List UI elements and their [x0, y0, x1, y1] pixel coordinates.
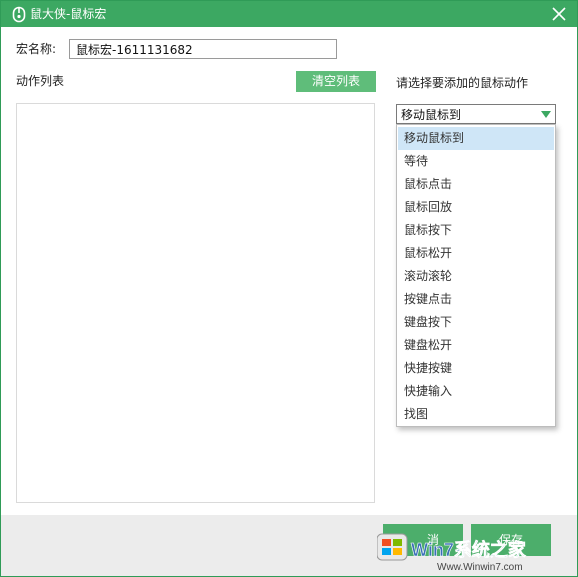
- dropdown-item[interactable]: 鼠标松开: [398, 242, 554, 265]
- action-select-value: 移动鼠标到: [401, 108, 462, 122]
- window-title: 鼠大侠-鼠标宏: [30, 7, 107, 21]
- action-select[interactable]: 移动鼠标到: [396, 104, 556, 124]
- macro-name-label: 宏名称:: [16, 42, 57, 56]
- dropdown-item[interactable]: 移动鼠标到: [398, 127, 554, 150]
- dropdown-item[interactable]: 鼠标回放: [398, 196, 554, 219]
- title-bar: 鼠大侠-鼠标宏: [1, 1, 577, 27]
- svg-text:Www.Winwin7.com: Www.Winwin7.com: [437, 562, 523, 573]
- dropdown-item[interactable]: 快捷按键: [398, 357, 554, 380]
- dropdown-item[interactable]: 键盘松开: [398, 334, 554, 357]
- action-list-label: 动作列表: [16, 74, 65, 88]
- action-list[interactable]: [16, 103, 375, 503]
- svg-text:Win7系统之家: Win7系统之家: [411, 539, 527, 560]
- dropdown-item[interactable]: 等待: [398, 150, 554, 173]
- dropdown-item[interactable]: 找图: [398, 403, 554, 426]
- dropdown-arrow-icon[interactable]: [538, 106, 554, 122]
- clear-list-button[interactable]: 清空列表: [296, 71, 376, 92]
- footer-bar: 消 保存 Win7系统之家 Www.Winwin7.com: [1, 515, 577, 576]
- macro-name-input[interactable]: 鼠标宏-1611131682: [69, 39, 337, 59]
- content-area: 宏名称: 鼠标宏-1611131682 动作列表 清空列表 请选择要添加的鼠标动…: [1, 27, 577, 515]
- close-icon[interactable]: [549, 4, 569, 24]
- dropdown-item[interactable]: 快捷输入: [398, 380, 554, 403]
- watermark-logo: Win7系统之家 Www.Winwin7.com: [377, 533, 527, 573]
- dropdown-item[interactable]: 按键点击: [398, 288, 554, 311]
- dropdown-item[interactable]: 键盘按下: [398, 311, 554, 334]
- dropdown-item[interactable]: 鼠标点击: [398, 173, 554, 196]
- macro-window: 鼠大侠-鼠标宏 宏名称: 鼠标宏-1611131682 动作列表 清空列表 请选…: [0, 0, 578, 577]
- dropdown-item[interactable]: 鼠标按下: [398, 219, 554, 242]
- action-dropdown-list: 移动鼠标到 等待 鼠标点击 鼠标回放 鼠标按下 鼠标松开 滚动滚轮 按键点击 键…: [396, 124, 556, 427]
- dropdown-item[interactable]: 滚动滚轮: [398, 265, 554, 288]
- select-action-prompt: 请选择要添加的鼠标动作: [396, 76, 529, 90]
- mouse-logo-icon: [12, 6, 26, 23]
